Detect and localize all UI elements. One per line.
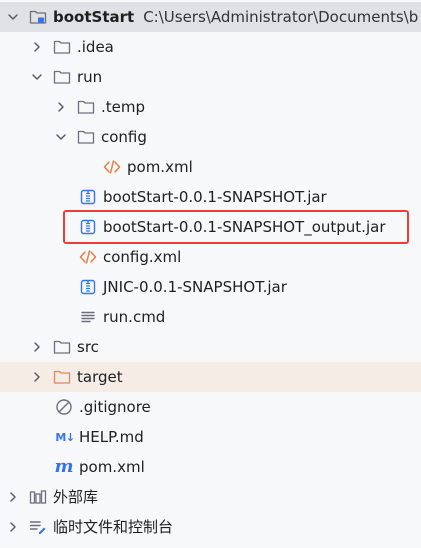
- ignore-file-icon: [55, 398, 73, 416]
- tree-row-scratches-consoles[interactable]: 临时文件和控制台: [0, 512, 421, 542]
- project-path: C:\Users\Administrator\Documents\b: [143, 8, 419, 26]
- tree-item-label: .idea: [77, 38, 114, 56]
- tree-item-label: .gitignore: [79, 398, 151, 416]
- tree-item-label: pom.xml: [127, 158, 193, 176]
- scratches-icon: [29, 518, 47, 536]
- chevron-right-icon[interactable]: [7, 489, 19, 505]
- folder-icon: [53, 38, 71, 56]
- tree-item-label: 临时文件和控制台: [53, 518, 174, 536]
- tree-row-bootstart-output-jar[interactable]: bootStart-0.0.1-SNAPSHOT_output.jar: [0, 212, 421, 242]
- tree-row-target[interactable]: target: [0, 362, 421, 392]
- tree-item-label: src: [77, 338, 99, 356]
- excluded-folder-icon: [53, 368, 71, 386]
- tree-item-label: bootStart-0.0.1-SNAPSHOT_output.jar: [103, 218, 386, 236]
- library-icon: [29, 488, 47, 506]
- tree-item-label: target: [77, 368, 123, 386]
- tree-item-label: bootStart-0.0.1-SNAPSHOT.jar: [103, 188, 327, 206]
- tree-item-label: HELP.md: [79, 428, 144, 446]
- chevron-right-icon[interactable]: [7, 519, 19, 535]
- folder-icon: [53, 68, 71, 86]
- jar-file-icon: [79, 278, 97, 296]
- tree-item-label: 外部库: [53, 488, 99, 506]
- tree-row-bootstart-jar[interactable]: bootStart-0.0.1-SNAPSHOT.jar: [0, 182, 421, 212]
- tree-row-src[interactable]: src: [0, 332, 421, 362]
- tree-row-help-md[interactable]: M↓ HELP.md: [0, 422, 421, 452]
- tree-item-label: .temp: [101, 98, 146, 116]
- project-tree: bootStart C:\Users\Administrator\Documen…: [0, 0, 421, 548]
- tree-item-label: run.cmd: [103, 308, 166, 326]
- module-folder-icon: [29, 8, 47, 26]
- tree-row-gitignore[interactable]: .gitignore: [0, 392, 421, 422]
- chevron-right-icon[interactable]: [31, 39, 43, 55]
- text-file-icon: [79, 308, 97, 326]
- tree-row-jnic-jar[interactable]: JNIC-0.0.1-SNAPSHOT.jar: [0, 272, 421, 302]
- chevron-right-icon[interactable]: [31, 369, 43, 385]
- tree-row-root-pom-xml[interactable]: m pom.xml: [0, 452, 421, 482]
- tree-item-label: config.xml: [103, 248, 182, 266]
- tree-row-config-folder[interactable]: config: [0, 122, 421, 152]
- jar-file-icon: [79, 188, 97, 206]
- tree-item-label: config: [101, 128, 147, 146]
- xml-file-icon: [79, 248, 97, 266]
- project-name: bootStart: [53, 8, 135, 26]
- tree-row-project-root[interactable]: bootStart C:\Users\Administrator\Documen…: [0, 2, 421, 32]
- tree-row-config-pom-xml[interactable]: pom.xml: [0, 152, 421, 182]
- chevron-down-icon[interactable]: [31, 69, 43, 85]
- tree-item-label: run: [77, 68, 103, 86]
- tree-row-run-cmd[interactable]: run.cmd: [0, 302, 421, 332]
- tree-row-config-xml[interactable]: config.xml: [0, 242, 421, 272]
- tree-row-external-libraries[interactable]: 外部库: [0, 482, 421, 512]
- tree-item-label: pom.xml: [79, 458, 145, 476]
- xml-file-icon: [103, 158, 121, 176]
- tree-row-temp[interactable]: .temp: [0, 92, 421, 122]
- tree-row-idea[interactable]: .idea: [0, 32, 421, 62]
- tree-item-label: JNIC-0.0.1-SNAPSHOT.jar: [103, 278, 287, 296]
- folder-icon: [77, 98, 95, 116]
- maven-icon: m: [54, 456, 74, 477]
- chevron-right-icon[interactable]: [55, 99, 67, 115]
- folder-icon: [77, 128, 95, 146]
- chevron-down-icon[interactable]: [7, 9, 19, 25]
- tree-row-run[interactable]: run: [0, 62, 421, 92]
- chevron-down-icon[interactable]: [55, 129, 67, 145]
- jar-file-icon: [79, 218, 97, 236]
- folder-icon: [53, 338, 71, 356]
- markdown-icon: M↓: [55, 430, 75, 444]
- chevron-right-icon[interactable]: [31, 339, 43, 355]
